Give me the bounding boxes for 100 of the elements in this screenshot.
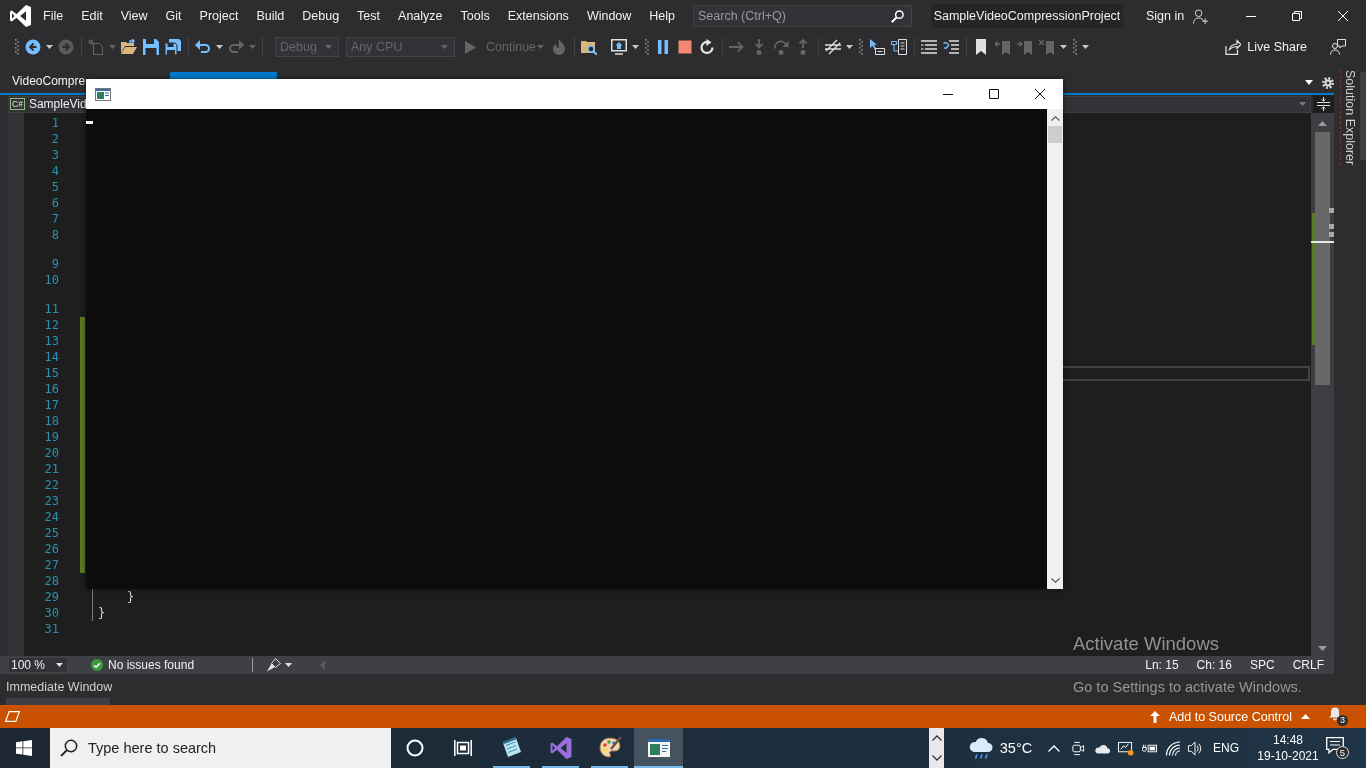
menu-item[interactable]: Edit (72, 6, 112, 26)
grip-icon[interactable] (14, 39, 19, 55)
up-arrow-icon (1150, 710, 1160, 723)
settings-icon[interactable] (1322, 76, 1334, 89)
folder-search-icon[interactable] (581, 39, 597, 55)
monitor-icon[interactable] (611, 39, 627, 55)
caret-icon[interactable] (1060, 45, 1067, 49)
side-panel-tab[interactable]: Solution Explorer (1340, 70, 1357, 166)
caret-icon[interactable] (216, 45, 223, 49)
console-scrollbar[interactable] (1047, 109, 1063, 589)
column-position[interactable]: Ch: 16 (1196, 658, 1232, 672)
line-number: 2 (50, 131, 59, 147)
minimize-icon[interactable] (943, 93, 953, 95)
feedback-icon[interactable] (1330, 39, 1346, 55)
line-number: 25 (43, 525, 59, 541)
scroll-up-icon[interactable] (1318, 121, 1327, 126)
caret-icon[interactable] (632, 45, 639, 49)
grip-icon[interactable] (1072, 39, 1077, 55)
line-number: 29 (43, 589, 59, 605)
line-number: 22 (43, 477, 59, 493)
task-view-icon[interactable] (454, 740, 472, 756)
issues-status[interactable]: No issues found (108, 658, 195, 672)
save-icon[interactable] (143, 39, 159, 55)
action-center-button[interactable]: 5 (1326, 737, 1349, 759)
caret-icon[interactable] (1305, 80, 1313, 85)
close-icon[interactable] (1035, 89, 1045, 99)
indent-mode[interactable]: SPC (1249, 658, 1275, 672)
menu-item[interactable]: Git (156, 6, 191, 26)
caret-icon[interactable] (1082, 45, 1089, 49)
hatched-icon[interactable] (825, 39, 841, 55)
menu-item[interactable]: Help (640, 6, 685, 26)
vertical-scrollbar[interactable] (1311, 113, 1334, 656)
maximize-icon[interactable] (989, 89, 999, 99)
line-number: 18 (43, 413, 59, 429)
start-icon[interactable] (16, 740, 32, 756)
menu-item[interactable]: Debug (293, 6, 349, 26)
taskbar-app-button[interactable] (634, 728, 683, 768)
stop-icon[interactable] (677, 39, 693, 55)
search-field[interactable]: Search (Ctrl+Q) (693, 5, 912, 27)
camera-icon[interactable] (1070, 740, 1086, 756)
document-tab[interactable]: VideoCompre (6, 72, 86, 93)
grip-icon[interactable] (858, 39, 863, 55)
logo-icon[interactable] (10, 5, 31, 27)
project-dropdown[interactable]: C# SampleVid (8, 95, 86, 113)
taskbar-search-field[interactable]: Type here to search (50, 728, 391, 768)
zoom-dropdown[interactable]: 100 % (8, 657, 68, 673)
brush-icon[interactable] (267, 658, 282, 672)
panel-list-icon[interactable] (891, 39, 907, 55)
lines-arrow-icon[interactable] (943, 39, 959, 55)
menu-item[interactable]: View (111, 6, 157, 26)
chevron-down-icon[interactable] (931, 755, 942, 761)
scroll-down-icon[interactable] (1318, 646, 1327, 651)
undo-icon[interactable] (195, 39, 211, 55)
caret-icon[interactable] (46, 45, 53, 49)
menu-item[interactable]: Test (348, 6, 390, 26)
back-arrow-icon[interactable] (25, 39, 41, 55)
lines-icon[interactable] (921, 39, 937, 55)
wifi-icon[interactable] (1165, 740, 1181, 756)
restart-icon[interactable] (699, 39, 715, 55)
play-icon (465, 40, 476, 54)
monitor-icon[interactable] (1118, 740, 1134, 756)
chevron-down-icon[interactable] (1050, 578, 1060, 583)
circle-icon[interactable] (406, 739, 424, 757)
bookmark-icon[interactable] (973, 39, 989, 55)
scrollbar-thumb[interactable] (1315, 132, 1330, 385)
chevron-up-icon[interactable] (931, 735, 942, 741)
split-icon[interactable] (1313, 95, 1334, 113)
scrollbar-thumb[interactable] (1048, 126, 1062, 143)
menu-item[interactable]: Project (190, 6, 248, 26)
line-number: 17 (43, 397, 59, 413)
menu-item[interactable]: Analyze (389, 6, 452, 26)
caret-icon[interactable] (285, 663, 293, 667)
caret-icon[interactable] (846, 45, 853, 49)
line-number: 26 (43, 541, 59, 557)
weather-icon[interactable] (968, 737, 994, 759)
menu-item[interactable]: Tools (451, 6, 499, 26)
open-folder-icon[interactable] (121, 39, 137, 55)
language-indicator[interactable]: ENG (1206, 741, 1246, 755)
menu-item[interactable]: Extensions (498, 6, 578, 26)
sign-in-link[interactable]: Sign in (1146, 9, 1185, 23)
source-control-button[interactable]: Add to Source Control (1150, 709, 1310, 724)
restore-icon[interactable] (1292, 11, 1302, 21)
grip-icon[interactable] (644, 39, 649, 55)
pointer-box-icon[interactable] (869, 39, 885, 55)
clock-time[interactable]: 14:48 (1273, 733, 1303, 747)
menu-item[interactable]: File (34, 6, 73, 26)
temperature[interactable]: 35°C (996, 740, 1036, 756)
live-share-button[interactable]: Live Share (1225, 39, 1307, 55)
clock-date[interactable]: 19-10-2021 (1257, 749, 1319, 763)
menu-item[interactable]: Build (247, 6, 294, 26)
notifications-button[interactable]: 3 (1328, 707, 1348, 726)
check-circle-icon (91, 659, 103, 671)
line-ending[interactable]: CRLF (1292, 658, 1324, 672)
pause-icon[interactable] (655, 39, 671, 55)
save-all-icon[interactable] (165, 39, 181, 55)
line-position[interactable]: Ln: 15 (1145, 658, 1179, 672)
menu-item[interactable]: Window (577, 6, 641, 26)
speaker-icon[interactable] (1187, 740, 1203, 756)
add-person-icon[interactable] (1193, 8, 1209, 24)
search-icon (60, 739, 78, 757)
